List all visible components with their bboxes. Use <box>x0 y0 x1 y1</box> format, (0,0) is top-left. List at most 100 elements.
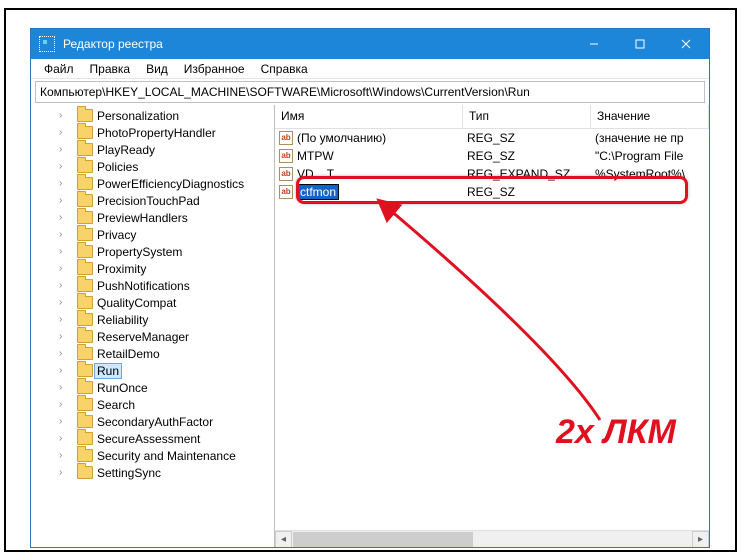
value-list[interactable]: Имя Тип Значение (По умолчанию)REG_SZ(зн… <box>275 105 709 547</box>
tree-item[interactable]: › PhotoPropertyHandler <box>31 124 275 141</box>
folder-icon <box>77 415 93 428</box>
tree-item[interactable]: ›PrecisionTouchPad <box>31 192 275 209</box>
chevron-right-icon[interactable]: › <box>59 280 71 291</box>
chevron-right-icon[interactable]: › <box>59 195 71 206</box>
chevron-right-icon[interactable]: › <box>59 331 71 342</box>
chevron-right-icon[interactable]: › <box>59 382 71 393</box>
regedit-icon <box>39 36 55 52</box>
tree-item[interactable]: ›PreviewHandlers <box>31 209 275 226</box>
tree-item-label: Run <box>94 363 122 379</box>
chevron-right-icon[interactable]: › <box>59 127 71 138</box>
folder-icon <box>77 143 93 156</box>
chevron-right-icon[interactable]: › <box>59 297 71 308</box>
row-name: ctfmon <box>297 184 339 200</box>
scroll-track[interactable] <box>292 531 692 547</box>
row-type: REG_SZ <box>463 131 591 145</box>
minimize-button[interactable] <box>571 29 617 59</box>
list-row[interactable]: MTPWREG_SZ"C:\Program File <box>275 147 709 165</box>
scroll-thumb[interactable] <box>293 532 473 547</box>
row-value: "C:\Program File <box>591 149 709 163</box>
menu-bar: Файл Правка Вид Избранное Справка <box>31 59 709 79</box>
row-value: (значение не пр <box>591 131 709 145</box>
folder-icon <box>77 432 93 445</box>
tree-item[interactable]: ›PowerEfficiencyDiagnostics <box>31 175 275 192</box>
tree-item[interactable]: ›ReserveManager <box>31 328 275 345</box>
col-header-name[interactable]: Имя <box>275 105 463 128</box>
window-title: Редактор реестра <box>63 37 571 51</box>
list-row[interactable]: VD... TREG_EXPAND_SZ%SystemRoot%\ <box>275 165 709 183</box>
close-button[interactable] <box>663 29 709 59</box>
tree-item-label: SettingSync <box>97 465 161 481</box>
chevron-right-icon[interactable]: › <box>59 161 71 172</box>
folder-icon <box>77 228 93 241</box>
tree-item[interactable]: › PushNotifications <box>31 277 275 294</box>
tree-item[interactable]: ›Security and Maintenance <box>31 447 275 464</box>
tree-item[interactable]: › Personalization <box>31 107 275 124</box>
folder-icon <box>77 160 93 173</box>
scroll-left-button[interactable]: ◂ <box>275 531 292 547</box>
tree-item[interactable]: › Reliability <box>31 311 275 328</box>
col-header-type[interactable]: Тип <box>463 105 591 128</box>
tree-item[interactable]: ›SecondaryAuthFactor <box>31 413 275 430</box>
tree-item-label: PhotoPropertyHandler <box>97 125 216 141</box>
tree-item[interactable]: ›SecureAssessment <box>31 430 275 447</box>
tree-item[interactable]: ›PropertySystem <box>31 243 275 260</box>
list-body[interactable]: (По умолчанию)REG_SZ(значение не прMTPWR… <box>275 129 709 530</box>
tree-item-label: PlayReady <box>97 142 155 158</box>
menu-edit[interactable]: Правка <box>83 60 138 78</box>
tree-item-label: PushNotifications <box>97 278 190 294</box>
chevron-right-icon[interactable]: › <box>59 314 71 325</box>
address-text: Компьютер\HKEY_LOCAL_MACHINE\SOFTWARE\Mi… <box>40 85 530 99</box>
list-header[interactable]: Имя Тип Значение <box>275 105 709 129</box>
registry-editor-window: Редактор реестра Файл Правка Вид Избранн… <box>30 28 710 548</box>
tree-item[interactable]: › Run <box>31 362 275 379</box>
tree-item[interactable]: › SettingSync <box>31 464 275 481</box>
chevron-right-icon[interactable]: › <box>59 144 71 155</box>
list-hscrollbar[interactable]: ◂ ▸ <box>275 530 709 547</box>
chevron-right-icon[interactable]: › <box>59 399 71 410</box>
chevron-right-icon[interactable]: › <box>59 365 71 376</box>
folder-icon <box>77 330 93 343</box>
tree-item[interactable]: ›Policies <box>31 158 275 175</box>
tree-item[interactable]: › RunOnce <box>31 379 275 396</box>
list-row[interactable]: (По умолчанию)REG_SZ(значение не пр <box>275 129 709 147</box>
menu-view[interactable]: Вид <box>139 60 175 78</box>
row-name: VD... T <box>297 167 334 181</box>
registry-tree[interactable]: › Personalization › PhotoPropertyHandler › Pl… <box>31 105 275 547</box>
chevron-right-icon[interactable]: › <box>59 416 71 427</box>
folder-icon <box>77 347 93 360</box>
menu-help[interactable]: Справка <box>254 60 315 78</box>
tree-item-label: Reliability <box>97 312 148 328</box>
chevron-right-icon[interactable]: › <box>59 110 71 121</box>
chevron-right-icon[interactable]: › <box>59 467 71 478</box>
address-bar[interactable]: Компьютер\HKEY_LOCAL_MACHINE\SOFTWARE\Mi… <box>35 81 705 103</box>
registry-string-icon <box>279 149 293 163</box>
chevron-right-icon[interactable]: › <box>59 433 71 444</box>
tree-item[interactable]: ›Search <box>31 396 275 413</box>
registry-string-icon <box>279 167 293 181</box>
chevron-right-icon[interactable]: › <box>59 229 71 240</box>
chevron-right-icon[interactable]: › <box>59 450 71 461</box>
tree-item[interactable]: ›RetailDemo <box>31 345 275 362</box>
menu-favorites[interactable]: Избранное <box>177 60 252 78</box>
chevron-right-icon[interactable]: › <box>59 178 71 189</box>
titlebar[interactable]: Редактор реестра <box>31 29 709 59</box>
chevron-right-icon[interactable]: › <box>59 348 71 359</box>
tree-item[interactable]: ›Privacy <box>31 226 275 243</box>
chevron-right-icon[interactable]: › <box>59 263 71 274</box>
tree-item-label: Proximity <box>97 261 146 277</box>
scroll-right-button[interactable]: ▸ <box>692 531 709 547</box>
folder-icon <box>77 194 93 207</box>
tree-item-label: RunOnce <box>97 380 148 396</box>
list-row[interactable]: ctfmonREG_SZ <box>275 183 709 201</box>
menu-file[interactable]: Файл <box>37 60 81 78</box>
tree-item-label: Personalization <box>97 108 179 124</box>
chevron-right-icon[interactable]: › <box>59 246 71 257</box>
chevron-right-icon[interactable]: › <box>59 212 71 223</box>
tree-item[interactable]: ›QualityCompat <box>31 294 275 311</box>
maximize-button[interactable] <box>617 29 663 59</box>
tree-item[interactable]: › Proximity <box>31 260 275 277</box>
tree-item[interactable]: › PlayReady <box>31 141 275 158</box>
col-header-value[interactable]: Значение <box>591 105 709 128</box>
folder-icon <box>77 364 93 377</box>
